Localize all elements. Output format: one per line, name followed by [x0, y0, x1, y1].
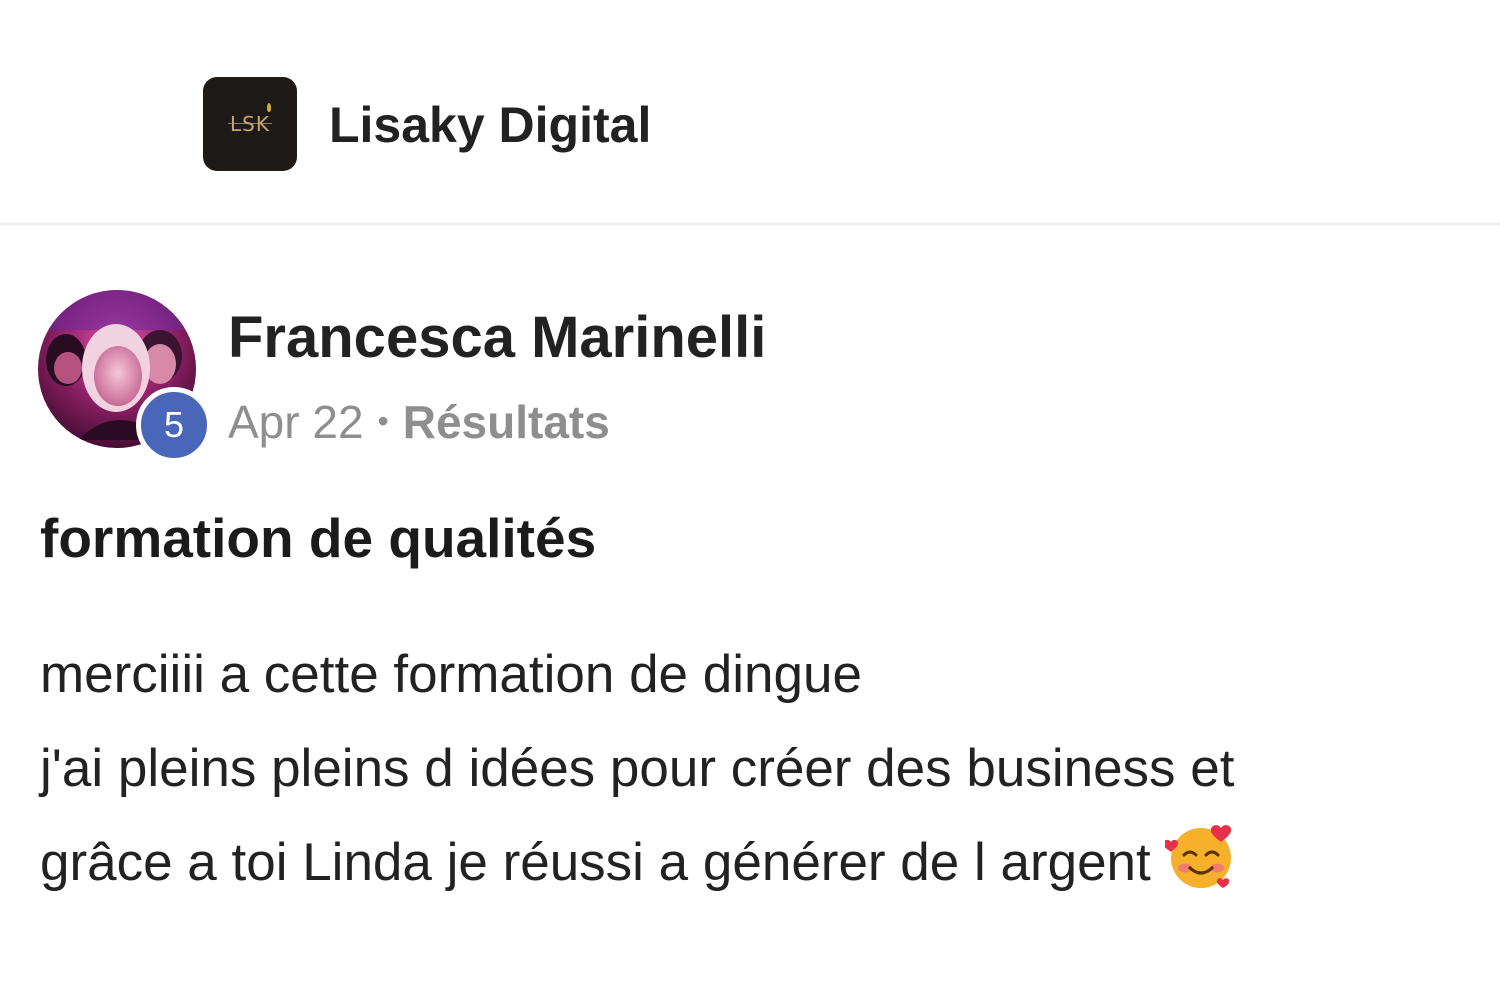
meta-separator: • — [377, 403, 389, 439]
logo-flame-icon — [267, 103, 271, 112]
post-meta: Apr 22 • Résultats — [228, 392, 610, 451]
post-category[interactable]: Résultats — [403, 396, 610, 448]
author-name[interactable]: Francesca Marinelli — [228, 306, 766, 370]
post-body-line: merciiii a cette formation de dingue — [40, 645, 862, 704]
post-body-line: j'ai pleins pleins d idées pour créer de… — [40, 739, 1235, 798]
post-title[interactable]: formation de qualités — [40, 506, 596, 570]
post-date[interactable]: Apr 22 — [228, 396, 364, 448]
group-header: LSK Lisaky Digital — [0, 0, 1500, 225]
post-body: merciiii a cette formation de dingue j'a… — [40, 628, 1480, 910]
post-body-line-last: grâce a toi Linda je réussi a générer de… — [40, 816, 1480, 910]
level-badge: 5 — [136, 387, 212, 463]
group-logo[interactable]: LSK — [203, 77, 297, 171]
post-body-text: grâce a toi Linda je réussi a générer de… — [40, 833, 1151, 892]
group-name[interactable]: Lisaky Digital — [329, 95, 651, 155]
logo-text: LSK — [228, 112, 272, 136]
smiling-face-with-hearts-emoji-icon — [1164, 825, 1231, 888]
